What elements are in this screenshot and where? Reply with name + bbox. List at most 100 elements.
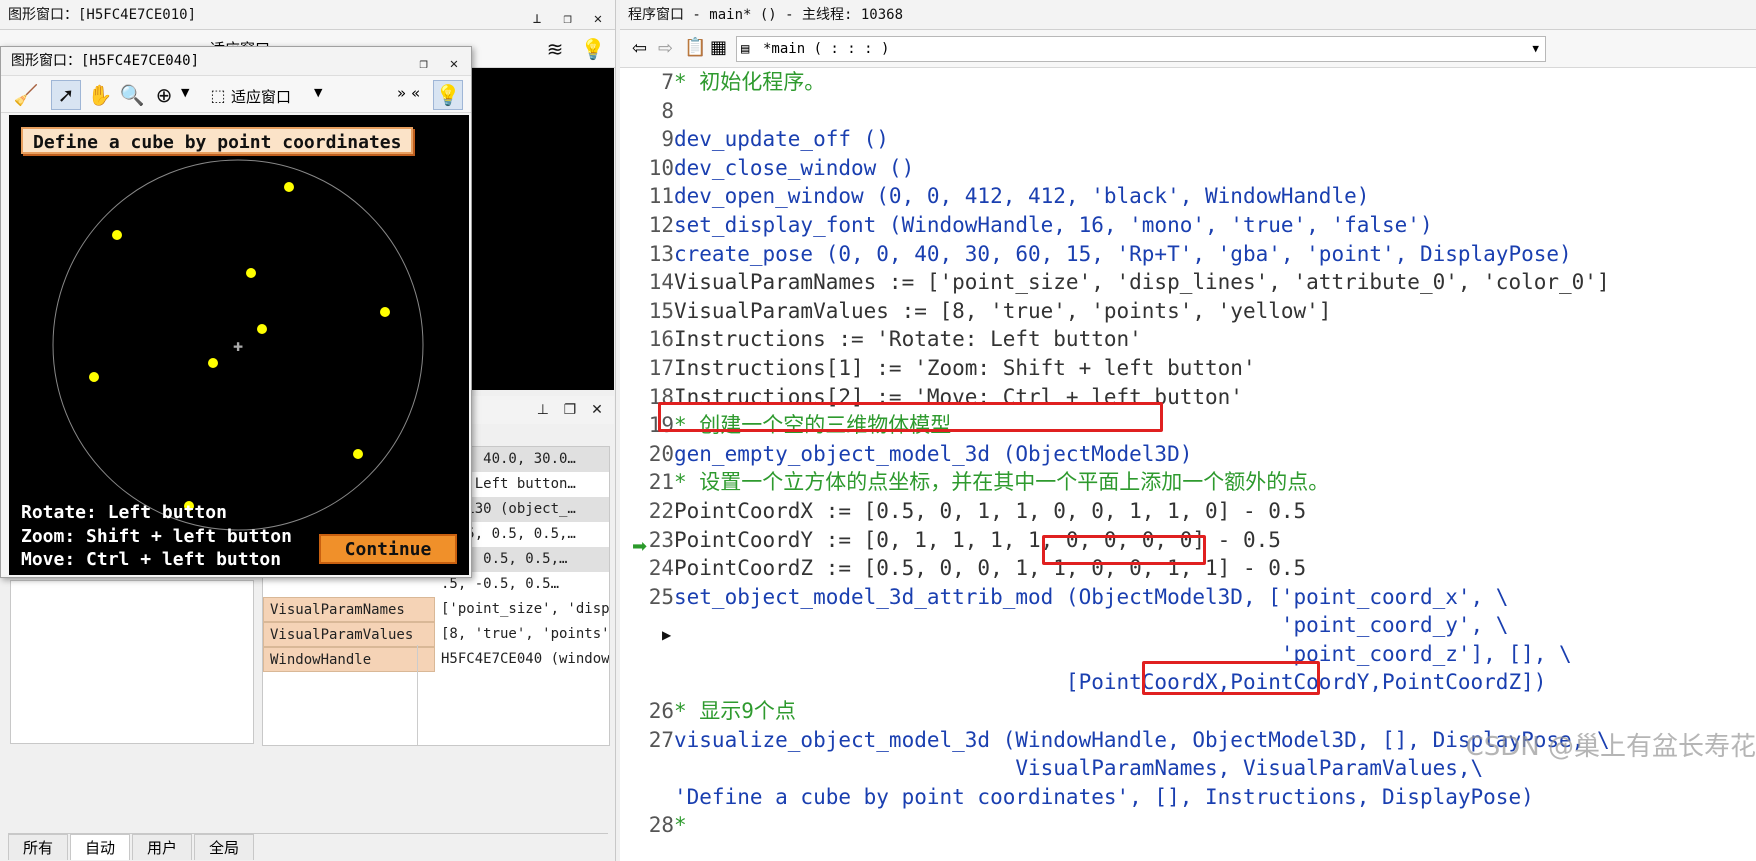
program-window: 程序窗口 - main* () - 主线程: 10368 ⇦ ⇨ 📋 ▦ ▤ *… — [620, 0, 1756, 861]
instruction-zoom: Zoom: Shift + left button — [21, 525, 292, 547]
chevron-down-icon[interactable]: ▼ — [181, 86, 189, 99]
layers-icon[interactable]: ≋ — [540, 34, 570, 64]
code-text: * 设置一个立方体的点坐标，并在其中一个平面上添加一个额外的点。 — [674, 470, 1330, 495]
line-number: 16 — [648, 327, 674, 352]
tab-1[interactable]: 自动 — [70, 834, 131, 860]
code-text: * — [674, 813, 687, 838]
code-text: VisualParamNames, VisualParamValues,\ — [674, 756, 1484, 781]
fit-window-icon[interactable]: ⬚ — [203, 80, 233, 110]
variable-name: WindowHandle — [263, 647, 435, 672]
tab-0[interactable]: 所有 — [8, 834, 69, 860]
code-line[interactable]: 13create_pose (0, 0, 40, 30, 60, 15, 'Rp… — [630, 240, 1610, 269]
restore-icon[interactable]: ❐ — [413, 53, 435, 75]
lightbulb-icon[interactable]: 💡 — [578, 34, 608, 64]
code-line[interactable]: 16Instructions := 'Rotate: Left button' — [630, 325, 1610, 354]
pin-icon[interactable]: ⊥ — [532, 399, 554, 421]
code-line[interactable]: 9dev_update_off () — [630, 125, 1610, 154]
variable-row[interactable]: VisualParamNames ['point_size', 'disp_… — [263, 597, 609, 622]
instruction-move: Move: Ctrl + left button — [21, 549, 282, 570]
procedure-icon: ▤ — [741, 41, 750, 57]
code-line[interactable]: VisualParamNames, VisualParamValues,\ — [630, 754, 1610, 783]
broom-icon[interactable]: 🧹 — [11, 80, 41, 110]
instructions: Rotate: Left button Zoom: Shift + left b… — [21, 501, 292, 572]
current-line-arrow-icon: ➡ — [632, 536, 648, 557]
code-line[interactable]: 12set_display_font (WindowHandle, 16, 'm… — [630, 211, 1610, 240]
line-number: 17 — [648, 355, 674, 380]
variable-value: ['point_size', 'disp_… — [441, 601, 609, 617]
code-line[interactable]: 11dev_open_window (0, 0, 412, 412, 'blac… — [630, 182, 1610, 211]
code-line[interactable]: 'Define a cube by point coordinates', []… — [630, 783, 1610, 812]
chevron-down-icon[interactable]: ▼ — [1532, 37, 1539, 61]
line-number: 25 — [648, 584, 674, 609]
tab-3[interactable]: 全局 — [194, 834, 255, 860]
code-line[interactable]: 15VisualParamValues := [8, 'true', 'poin… — [630, 297, 1610, 326]
point — [257, 324, 267, 334]
left-canvas[interactable] — [470, 68, 614, 390]
code-line[interactable]: 10dev_close_window () — [630, 154, 1610, 183]
clipboard-icon[interactable]: 📋 — [684, 37, 706, 58]
bottom-tabs: 所有 自动 用户 全局 — [8, 833, 608, 861]
line-number: 11 — [648, 184, 674, 209]
line-number: 12 — [648, 212, 674, 237]
variable-name: VisualParamNames — [263, 597, 435, 622]
code-text: dev_update_off () — [674, 127, 889, 152]
line-number: 13 — [648, 241, 674, 266]
close-icon[interactable]: ✕ — [586, 399, 608, 421]
code-line[interactable]: 27visualize_object_model_3d (WindowHandl… — [630, 726, 1610, 755]
pin-icon[interactable]: ⊥ — [526, 8, 548, 30]
code-line[interactable]: 'point_coord_z'], [], \ — [630, 640, 1610, 669]
code-line[interactable]: 17Instructions[1] := 'Zoom: Shift + left… — [630, 354, 1610, 383]
back-arrow-icon[interactable]: ⇦ — [632, 38, 647, 59]
continue-button[interactable]: Continue — [319, 534, 457, 564]
lightbulb-icon[interactable]: 💡 — [433, 80, 463, 110]
pc-marker-icon: ▶ — [662, 628, 672, 642]
code-text: VisualParamNames := ['point_size', 'disp… — [674, 270, 1610, 295]
graphics-canvas[interactable]: Define a cube by point coordinates ✚ Rot… — [9, 115, 469, 575]
pointer-icon[interactable]: ➚ — [51, 80, 81, 110]
grid-icon[interactable]: ▦ — [710, 37, 727, 58]
restore-icon[interactable]: ❐ — [557, 8, 579, 30]
procedure-selector[interactable]: ▤ *main ( : : : ) ▼ — [736, 36, 1546, 62]
center-marker: ✚ — [233, 340, 243, 354]
variable-row[interactable]: VisualParamValues [8, 'true', 'points',… — [263, 622, 609, 647]
code-line[interactable]: 20gen_empty_object_model_3d (ObjectModel… — [630, 440, 1610, 469]
code-line[interactable]: 28* — [630, 811, 1610, 840]
line-number: 7 — [661, 70, 674, 94]
expand-icon[interactable]: » « — [397, 84, 420, 102]
popup-title: 图形窗口：[H5FC4E7CE040] — [11, 53, 200, 69]
watermark: CSDN @巢上有盆长寿花 — [1465, 732, 1756, 762]
code-text: PointCoordZ := [0.5, 0, 0, 1, 1, 0, 0, 1… — [674, 556, 1307, 581]
line-number: 27 — [648, 727, 674, 752]
point — [284, 182, 294, 192]
code-line[interactable]: 14VisualParamNames := ['point_size', 'di… — [630, 268, 1610, 297]
code-line[interactable]: 26* 显示9个点 — [630, 697, 1610, 726]
variable-row[interactable]: WindowHandle H5FC4E7CE040 (window) — [263, 647, 609, 672]
forward-arrow-icon[interactable]: ⇨ — [658, 38, 673, 59]
code-line[interactable]: 'point_coord_y', \ — [630, 611, 1610, 640]
fit-window-label[interactable]: 适应窗口 — [231, 86, 291, 107]
continue-label[interactable]: Continue — [345, 539, 432, 560]
restore-icon[interactable]: ❐ — [559, 399, 581, 421]
procedure-name: *main ( : : : ) — [763, 41, 890, 57]
highlight-gen-empty — [658, 402, 1163, 432]
code-text: * 显示9个点 — [674, 699, 796, 724]
magnifier-icon[interactable]: 🔍 — [117, 80, 147, 110]
code-line[interactable]: 25set_object_model_3d_attrib_mod (Object… — [630, 583, 1610, 612]
code-line[interactable]: 22PointCoordX := [0.5, 0, 1, 1, 0, 0, 1,… — [630, 497, 1610, 526]
close-icon[interactable]: ✕ — [443, 53, 465, 75]
tab-2[interactable]: 用户 — [132, 834, 193, 860]
code-text: 'point_coord_y', \ — [674, 613, 1509, 638]
close-icon[interactable]: ✕ — [587, 8, 609, 30]
chevron-down-icon[interactable]: ▼ — [314, 86, 322, 99]
code-line[interactable]: 8 — [630, 97, 1610, 126]
code-text: [PointCoordX,PointCoordY,PointCoordZ]) — [674, 670, 1547, 695]
code-line[interactable]: 21* 设置一个立方体的点坐标，并在其中一个平面上添加一个额外的点。 — [630, 468, 1610, 497]
line-number: 15 — [648, 298, 674, 323]
code-editor[interactable]: 7* 初始化程序。 8 9dev_update_off () 10dev_close_… — [620, 68, 1756, 861]
zoom-in-icon[interactable]: ⊕ — [149, 80, 179, 110]
variable-left-pane — [10, 580, 254, 744]
hand-icon[interactable]: ✋ — [85, 80, 115, 110]
code-line[interactable]: [PointCoordX,PointCoordY,PointCoordZ]) — [630, 668, 1610, 697]
line-number: 22 — [648, 498, 674, 523]
code-line[interactable]: 7* 初始化程序。 — [630, 68, 1610, 97]
